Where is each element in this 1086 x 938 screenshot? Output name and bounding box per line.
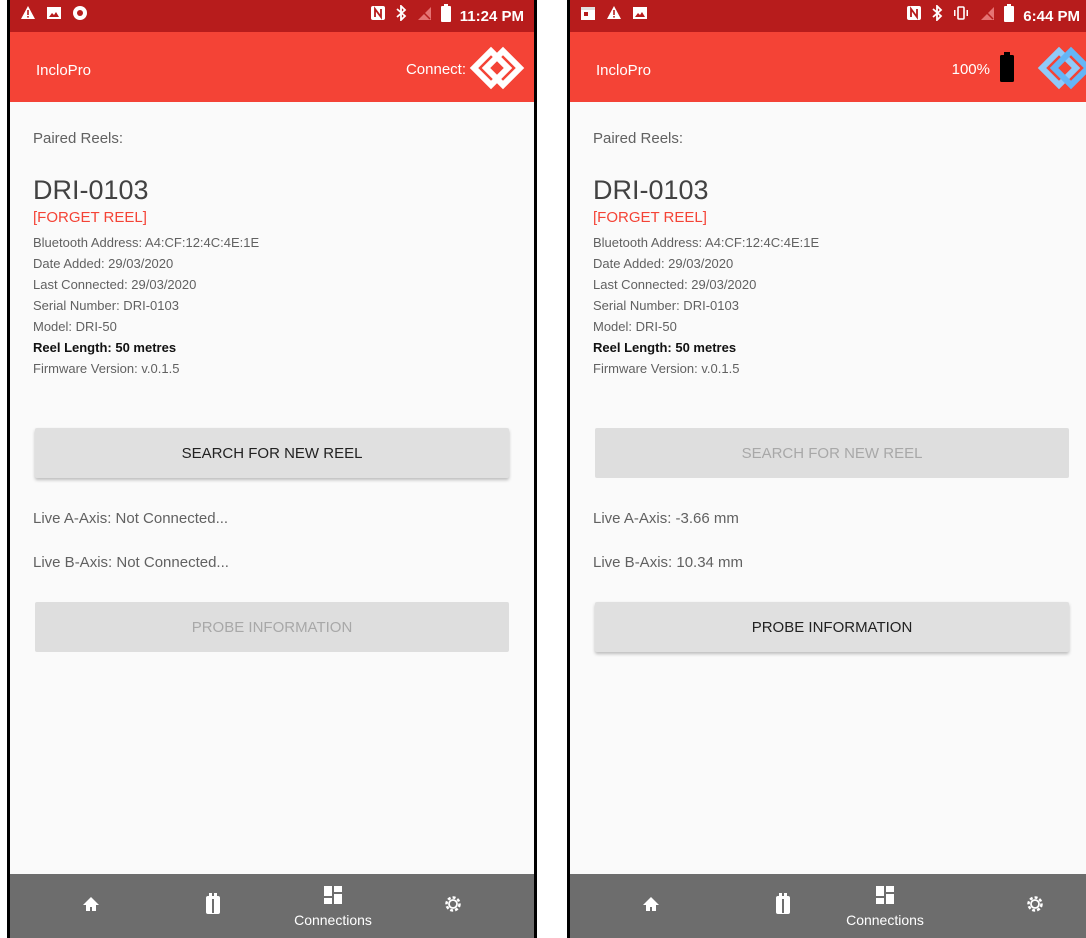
phone-screen-left: 11:24 PM IncloPro Connect: Paired Reels:… <box>7 0 537 938</box>
incloprologo-icon[interactable] <box>1036 39 1086 97</box>
nav-reel[interactable] <box>188 874 238 938</box>
settings-icon <box>1025 894 1045 919</box>
bluetooth-icon <box>395 3 407 27</box>
nav-connections-label: Connections <box>846 911 924 928</box>
last-connected: Last Connected: 29/03/2020 <box>33 277 197 292</box>
nav-reel[interactable] <box>758 874 808 938</box>
nfc-icon <box>370 5 386 27</box>
bluetooth-address: Bluetooth Address: A4:CF:12:4C:4E:1E <box>33 235 260 250</box>
no-sim-icon <box>416 5 432 27</box>
connect-label: Connect: <box>405 61 466 78</box>
reel-name: DRI-0103 <box>33 175 149 205</box>
forget-reel-link[interactable]: [FORGET REEL] <box>593 209 707 226</box>
app-screen: 6:44 PM IncloPro 100% Paired Reels: DRI-… <box>570 0 1086 938</box>
app-title: IncloPro <box>36 62 92 79</box>
nav-connections-label: Connections <box>294 911 372 928</box>
reel-battery-percent: 100% <box>951 61 990 78</box>
nfc-icon <box>906 5 922 27</box>
reel-icon <box>205 892 221 920</box>
bluetooth-address: Bluetooth Address: A4:CF:12:4C:4E:1E <box>593 235 820 250</box>
bluetooth-icon <box>931 3 943 27</box>
battery-icon <box>1004 4 1015 28</box>
app-bar: IncloPro 100% <box>570 32 1086 102</box>
phone-screen-right: 6:44 PM IncloPro 100% Paired Reels: DRI-… <box>567 0 1086 938</box>
paired-reels-panel: Paired Reels: DRI-0103 [FORGET REEL] Blu… <box>10 102 534 874</box>
paired-reels-label: Paired Reels: <box>593 130 684 147</box>
date-added: Date Added: 29/03/2020 <box>593 256 734 271</box>
model: Model: DRI-50 <box>593 319 677 334</box>
bottom-nav: Connections <box>10 874 534 938</box>
nav-home[interactable] <box>626 874 676 938</box>
live-b-axis: Live B-Axis: 10.34 mm <box>593 554 744 571</box>
dashboard-icon <box>875 885 895 910</box>
settings-icon <box>443 894 463 919</box>
live-a-axis: Live A-Axis: Not Connected... <box>33 510 229 527</box>
no-sim-icon <box>979 5 995 27</box>
incloprologo-icon[interactable] <box>468 39 526 97</box>
bottom-nav: Connections <box>570 874 1086 938</box>
status-time: 6:44 PM <box>1023 7 1080 25</box>
reel-icon <box>775 892 791 920</box>
search-new-reel-button[interactable]: SEARCH FOR NEW REEL <box>35 428 509 478</box>
image-icon <box>46 5 62 27</box>
home-icon <box>641 894 661 919</box>
app-title: IncloPro <box>596 62 652 79</box>
reel-length: Reel Length: 50 metres <box>593 340 737 355</box>
probe-information-button[interactable]: PROBE INFORMATION <box>595 602 1069 652</box>
forget-reel-link[interactable]: [FORGET REEL] <box>33 209 147 226</box>
reel-length: Reel Length: 50 metres <box>33 340 177 355</box>
dashboard-icon <box>323 885 343 910</box>
home-icon <box>81 894 101 919</box>
status-bar: 6:44 PM <box>570 0 1086 32</box>
nav-connections[interactable]: Connections <box>825 874 945 938</box>
probe-information-button[interactable]: PROBE INFORMATION <box>35 602 509 652</box>
model: Model: DRI-50 <box>33 319 117 334</box>
record-icon <box>72 5 88 27</box>
nav-home[interactable] <box>66 874 116 938</box>
app-bar: IncloPro Connect: <box>10 32 534 102</box>
reel-name: DRI-0103 <box>593 175 709 205</box>
warning-icon <box>20 5 36 27</box>
live-b-axis: Live B-Axis: Not Connected... <box>33 554 229 571</box>
nav-settings[interactable] <box>428 874 478 938</box>
firmware-version: Firmware Version: v.0.1.5 <box>33 361 180 376</box>
vibrate-icon <box>952 5 970 27</box>
status-bar: 11:24 PM <box>10 0 534 32</box>
date-added: Date Added: 29/03/2020 <box>33 256 174 271</box>
status-time: 11:24 PM <box>459 7 524 25</box>
warning-icon <box>606 5 622 27</box>
nav-settings[interactable] <box>1010 874 1060 938</box>
app-screen: 11:24 PM IncloPro Connect: Paired Reels:… <box>10 0 534 938</box>
image-icon <box>632 5 648 27</box>
reel-battery-icon <box>1000 52 1014 82</box>
last-connected: Last Connected: 29/03/2020 <box>593 277 757 292</box>
search-new-reel-button[interactable]: SEARCH FOR NEW REEL <box>595 428 1069 478</box>
serial-number: Serial Number: DRI-0103 <box>33 298 179 313</box>
battery-icon <box>440 4 451 28</box>
serial-number: Serial Number: DRI-0103 <box>593 298 739 313</box>
firmware-version: Firmware Version: v.0.1.5 <box>593 361 740 376</box>
live-a-axis: Live A-Axis: -3.66 mm <box>593 510 739 527</box>
paired-reels-label: Paired Reels: <box>33 130 124 147</box>
nav-connections[interactable]: Connections <box>273 874 393 938</box>
paired-reels-panel: Paired Reels: DRI-0103 [FORGET REEL] Blu… <box>570 102 1086 874</box>
calendar-icon <box>580 5 596 27</box>
